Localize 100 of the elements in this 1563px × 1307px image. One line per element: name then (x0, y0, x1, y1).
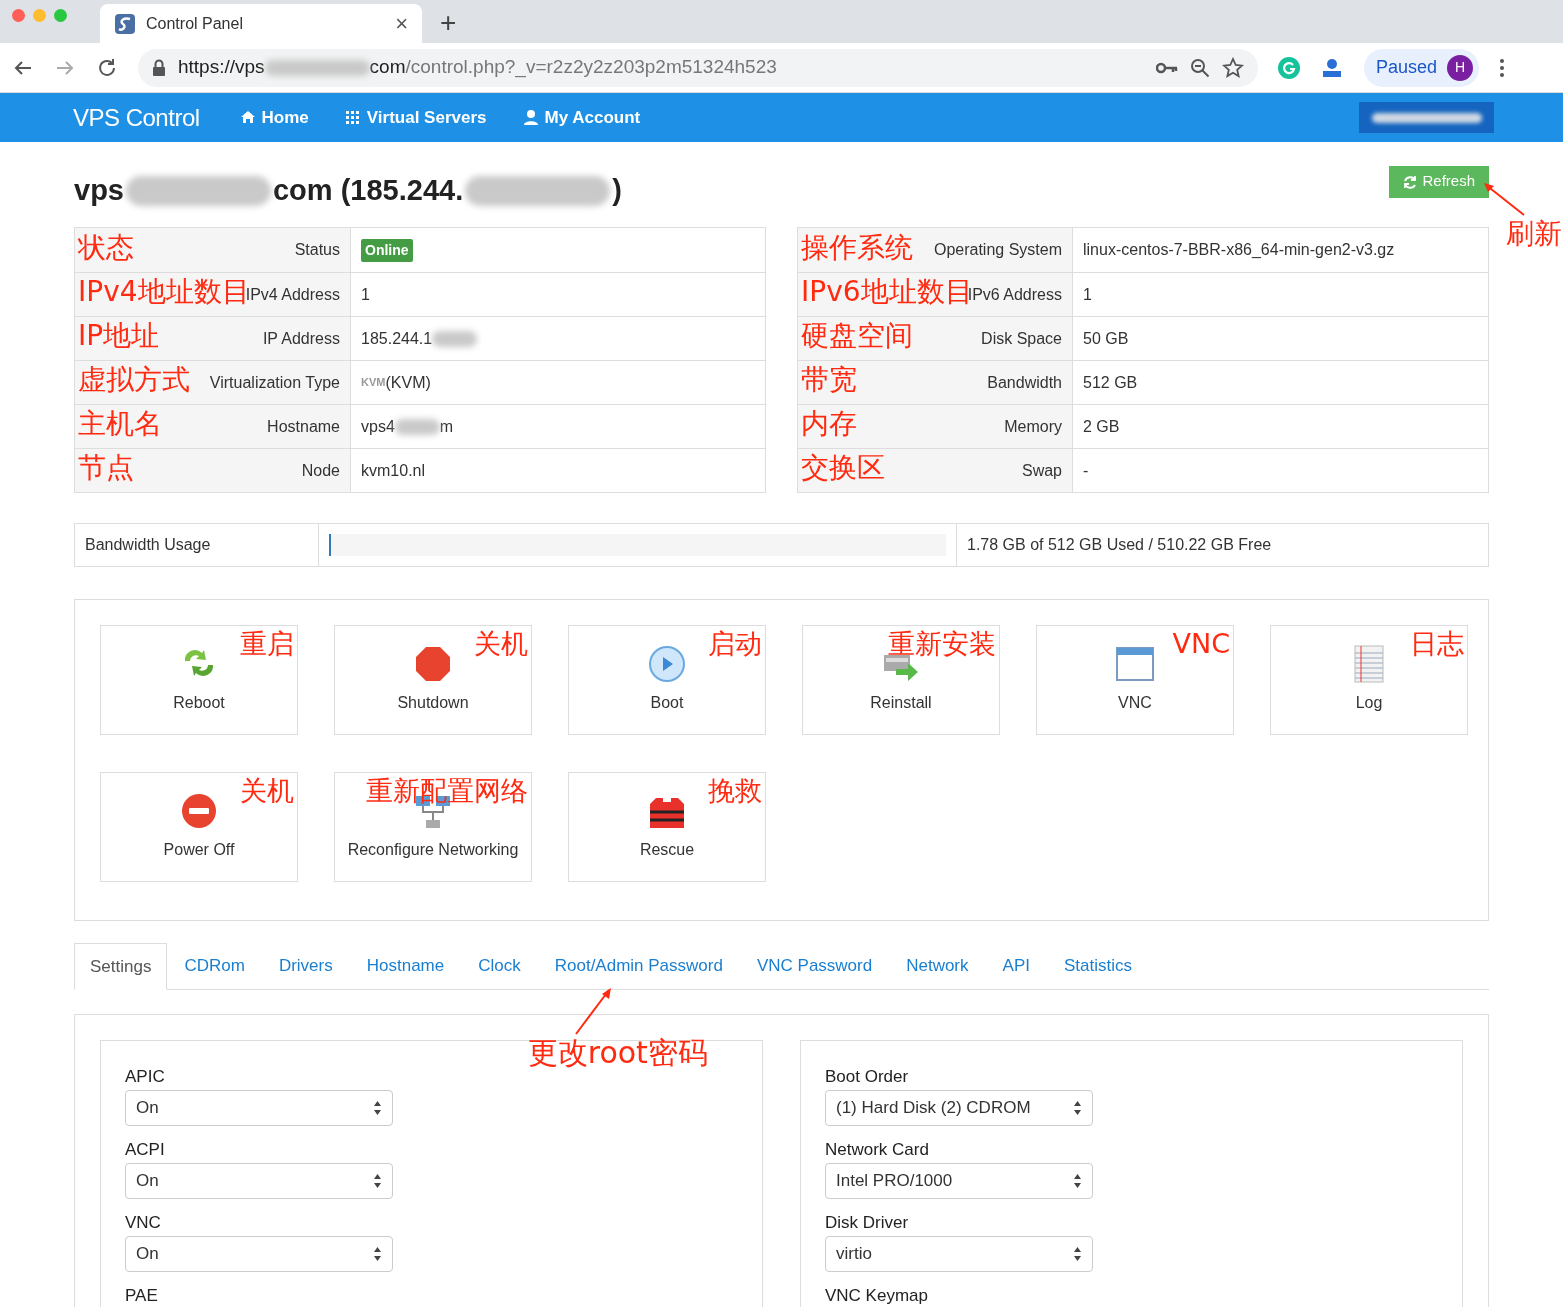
tab-logo-icon (114, 12, 136, 35)
annotation-text: 交换区 (801, 454, 885, 482)
label-text: IPv4 Address (245, 284, 340, 305)
user-icon (522, 109, 539, 126)
maximize-window-button[interactable] (54, 9, 67, 22)
tab[interactable]: Hostname (349, 942, 462, 989)
action-label[interactable]: Shutdown (397, 691, 469, 715)
browser-tab[interactable]: Control Panel × (100, 4, 422, 43)
annotation-text: IP地址 (78, 322, 160, 350)
action-label[interactable]: Reboot (173, 691, 225, 715)
avatar: H (1447, 54, 1474, 81)
annotation-text: 状态 (78, 234, 134, 262)
select-field[interactable]: On (125, 1163, 393, 1199)
field-label: Boot Order (825, 1067, 910, 1087)
close-window-button[interactable] (12, 9, 25, 22)
bandwidth-label: Bandwidth Usage (75, 524, 319, 566)
annotation-text: 更改root密码 (527, 1038, 708, 1068)
action-tile[interactable]: 重新安装 Reinstall (802, 625, 1000, 735)
tab[interactable]: API (985, 942, 1047, 989)
zoom-icon (1190, 57, 1210, 78)
tab[interactable]: Root/Admin Password (537, 942, 740, 989)
label-text: Hostname (267, 416, 340, 437)
field-label: APIC (125, 1067, 166, 1087)
annotation-text: 硬盘空间 (801, 322, 913, 350)
label-text: IPv6 Address (967, 285, 1062, 303)
annotation-text: VNC (1172, 630, 1230, 657)
action-label[interactable]: VNC (1118, 691, 1152, 715)
close-tab-button[interactable]: × (395, 12, 408, 35)
label-text: Disk Space (981, 328, 1062, 349)
star-icon (1222, 56, 1244, 79)
action-label[interactable]: Log (1355, 691, 1383, 715)
play-icon (648, 645, 686, 683)
updown-caret-icon (1073, 1100, 1082, 1116)
field-label: VNC Keymap (825, 1286, 929, 1306)
refresh-icon (1403, 174, 1418, 189)
label-text: IP Address (262, 328, 340, 349)
redaction-blur (394, 418, 440, 435)
tab[interactable]: Statistics (1046, 942, 1149, 989)
leader-arrow (572, 986, 613, 1036)
text: 512 GB (1083, 372, 1138, 393)
tab[interactable]: CDRom (167, 942, 262, 989)
action-tile[interactable]: 日志 Log (1270, 625, 1468, 735)
text: ) (612, 173, 622, 209)
status-badge: Online (361, 238, 413, 262)
label-text: Node (301, 460, 340, 481)
text: linux-centos-7-BBR-x86_64-min-gen2-v3.gz (1083, 240, 1395, 260)
select-field[interactable]: (1) Hard Disk (2) CDROM (825, 1090, 1093, 1126)
account-button[interactable] (1359, 102, 1494, 133)
action-label[interactable]: Reconfigure Networking (347, 838, 519, 862)
field-label: PAE (125, 1286, 159, 1306)
minimize-window-button[interactable] (33, 9, 46, 22)
label-text: Bandwidth (987, 372, 1062, 393)
tab[interactable]: Settings (74, 943, 168, 990)
tab[interactable]: Network (889, 942, 986, 989)
annotation-text: 重新安装 (888, 630, 996, 657)
profile-status: Paused (1376, 56, 1438, 79)
label-text: Status (294, 240, 340, 260)
action-label[interactable]: Boot (650, 691, 684, 715)
tab[interactable]: Drivers (261, 942, 350, 989)
text: vps (74, 173, 124, 209)
tab[interactable]: VNC Password (739, 942, 890, 989)
extension-icon (1320, 56, 1344, 79)
select-field[interactable]: Intel PRO/1000 (825, 1163, 1093, 1199)
action-tile[interactable]: 启动 Boot (568, 625, 766, 735)
text: kvm10.nl (361, 460, 426, 481)
updown-caret-icon (373, 1173, 382, 1189)
kvm-logo: KVM (361, 375, 386, 389)
select-field[interactable]: On (125, 1236, 393, 1272)
annotation-text: 带宽 (801, 366, 857, 394)
action-tile[interactable]: VNC VNC (1036, 625, 1234, 735)
updown-caret-icon (1073, 1173, 1082, 1189)
updown-caret-icon (1073, 1246, 1082, 1262)
new-tab-button[interactable]: + (440, 9, 457, 37)
action-tile[interactable]: 关机 Power Off (100, 772, 298, 882)
tab[interactable]: Clock (461, 942, 538, 989)
grammarly-icon (1278, 56, 1300, 79)
text: - (1083, 460, 1089, 481)
select-field[interactable]: On (125, 1090, 393, 1126)
action-label[interactable]: Rescue (639, 838, 695, 862)
annotation-text: 启动 (708, 630, 762, 657)
action-tile[interactable]: 关机 Shutdown (334, 625, 532, 735)
action-label[interactable]: Power Off (163, 838, 235, 862)
window-icon (1116, 645, 1154, 683)
address-bar[interactable]: https://vps com/control.php?_v=r2z2y2z203p2m51324h523 (138, 48, 1258, 87)
field-label: Disk Driver (825, 1213, 910, 1233)
text: 1 (361, 284, 370, 305)
label-text: Swap (1021, 460, 1062, 481)
field-label: ACPI (125, 1140, 166, 1160)
label-text: Operating System (933, 240, 1062, 260)
annotation-text: 关机 (474, 630, 528, 657)
action-label[interactable]: Reinstall (870, 691, 932, 715)
label-text: Virtualization Type (209, 372, 340, 393)
action-tile[interactable]: 重启 Reboot (100, 625, 298, 735)
text: https://vps (178, 55, 265, 80)
text: vps4 (361, 416, 395, 437)
updown-caret-icon (373, 1246, 382, 1262)
profile-button[interactable]: Paused H (1364, 48, 1480, 87)
select-field[interactable]: virtio (825, 1236, 1093, 1272)
url-path: /control.php?_v=r2z2y2z203p2m51324h523 (405, 55, 777, 80)
action-tile[interactable]: 挽救 Rescue (568, 772, 766, 882)
